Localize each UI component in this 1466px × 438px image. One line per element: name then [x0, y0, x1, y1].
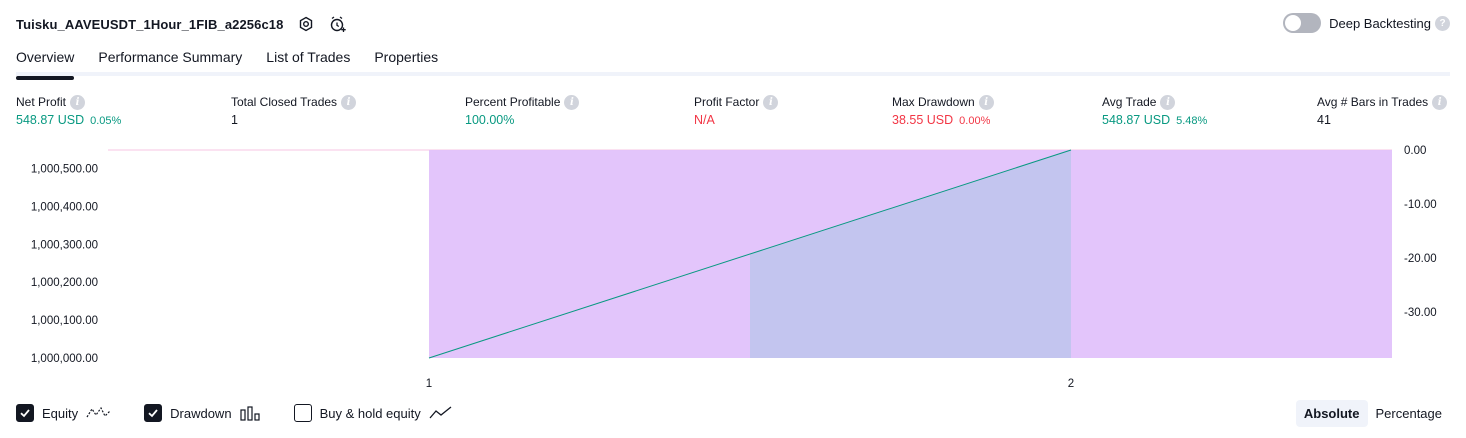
chart-legend: Equity Drawdown Buy & hold equity — [16, 404, 485, 422]
right-axis-tick: -20.00 — [1404, 253, 1437, 265]
drawdown-bars-icon — [239, 406, 260, 421]
left-axis-tick: 1,000,000.00 — [31, 353, 98, 365]
percentage-button[interactable]: Percentage — [1368, 400, 1451, 427]
buy-hold-toggle[interactable]: Buy & hold equity — [293, 404, 453, 422]
right-axis-tick: -30.00 — [1404, 307, 1437, 319]
equity-toggle[interactable]: Equity — [16, 404, 112, 422]
drawdown-checkbox[interactable] — [144, 404, 163, 422]
equity-line-icon — [86, 406, 111, 418]
drawdown-toggle[interactable]: Drawdown — [144, 404, 261, 422]
drawdown-label: Drawdown — [170, 405, 232, 421]
absolute-button[interactable]: Absolute — [1295, 400, 1368, 427]
buy-hold-label: Buy & hold equity — [319, 405, 421, 421]
right-axis-tick: 0.00 — [1404, 145, 1426, 157]
equity-checkbox[interactable] — [16, 404, 34, 422]
buy-hold-line-icon — [429, 406, 452, 419]
drawdown-bar — [1071, 150, 1392, 358]
value-mode-switch: Absolute Percentage — [1295, 400, 1451, 427]
equity-label: Equity — [42, 405, 79, 421]
x-axis-tick: 2 — [1068, 378, 1074, 390]
left-axis-tick: 1,000,200.00 — [31, 277, 98, 289]
equity-drawdown-chart[interactable]: 1,000,500.00 1,000,400.00 1,000,300.00 1,00… — [0, 0, 1466, 400]
buy-hold-checkbox[interactable] — [293, 404, 312, 422]
right-axis-tick: -10.00 — [1404, 199, 1437, 211]
x-axis-tick: 1 — [426, 378, 432, 390]
left-axis-tick: 1,000,500.00 — [31, 164, 98, 176]
left-axis-tick: 1,000,300.00 — [31, 239, 98, 251]
left-axis-tick: 1,000,400.00 — [31, 201, 98, 213]
left-axis-tick: 1,000,100.00 — [31, 315, 98, 327]
